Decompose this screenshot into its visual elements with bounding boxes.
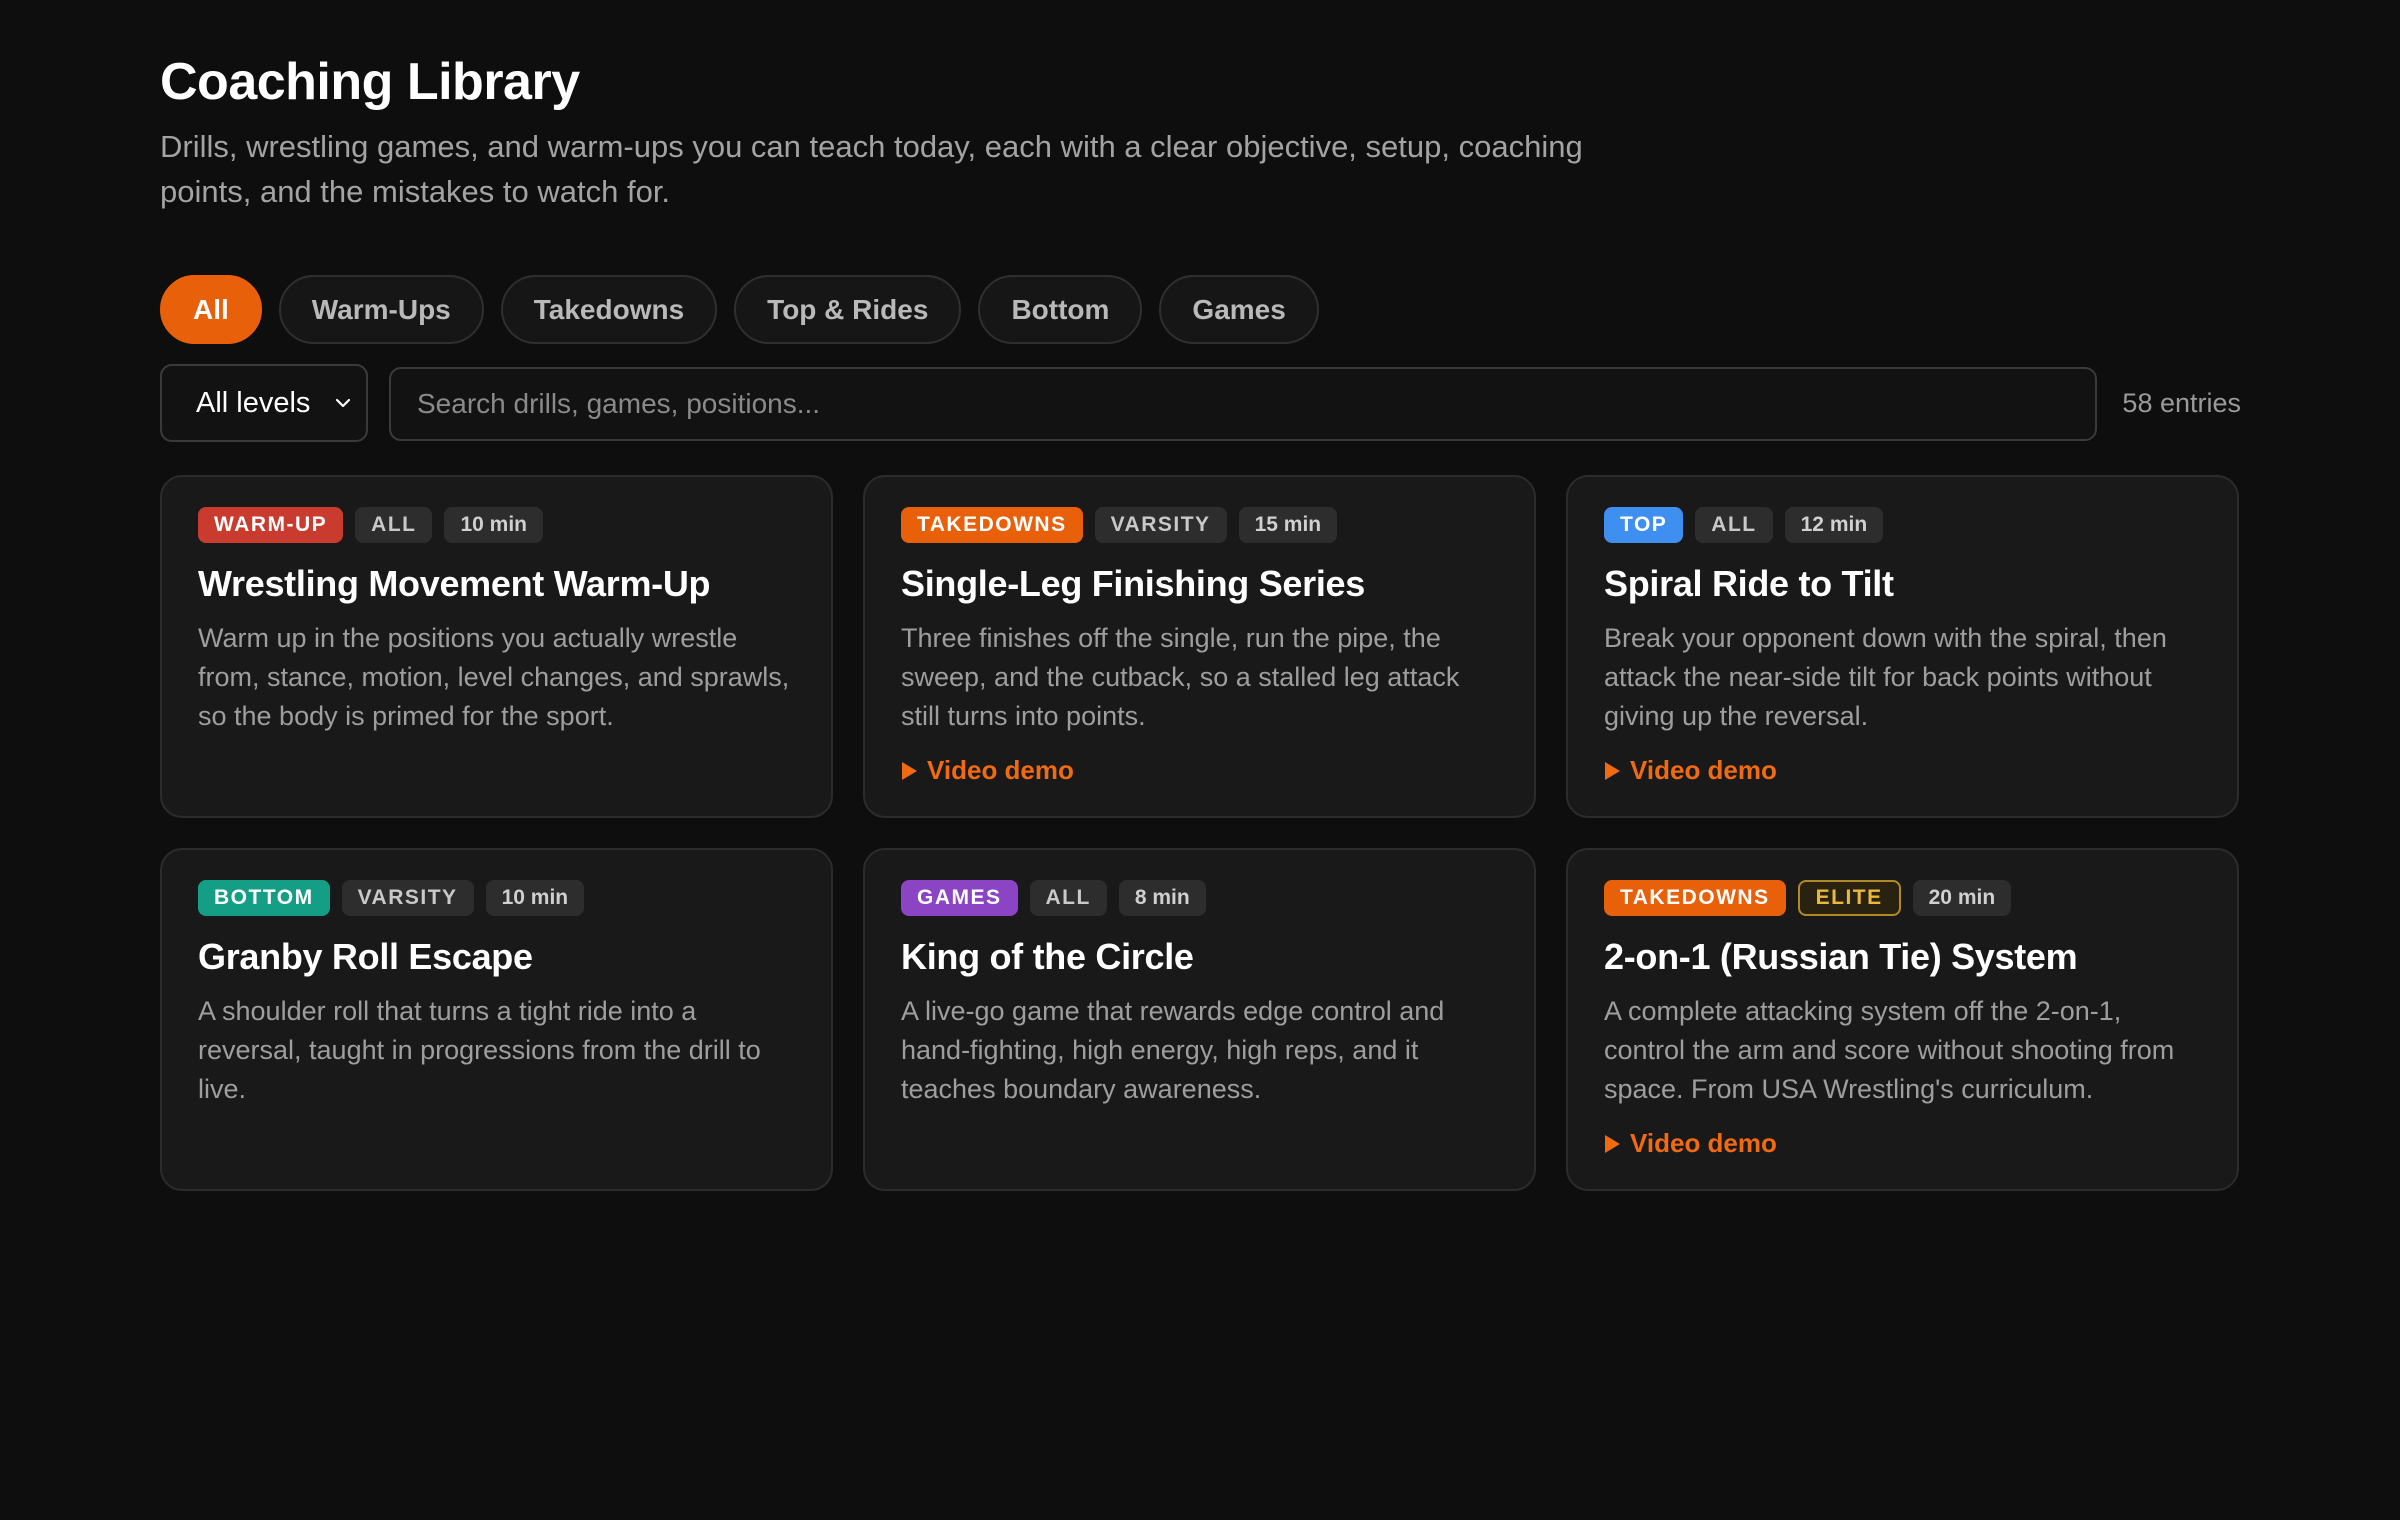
card-title: Single-Leg Finishing Series (901, 563, 1365, 604)
level-badge: VARSITY (341, 880, 474, 916)
card-badges: TAKEDOWNS ELITE 20 min (1604, 880, 2201, 916)
duration-badge: 8 min (1118, 880, 1206, 916)
video-demo-label: Video demo (927, 755, 1074, 785)
video-demo-label: Video demo (1630, 1128, 1777, 1158)
duration-badge: 10 min (444, 507, 544, 543)
entries-count: 58 entries (2122, 387, 2241, 418)
tab-warm-ups[interactable]: Warm-Ups (278, 275, 484, 344)
video-demo-label: Video demo (1630, 755, 1777, 785)
card-badges: TOP ALL 12 min (1604, 507, 2201, 543)
card-grid: WARM-UP ALL 10 min Wrestling Movement Wa… (160, 475, 2241, 1191)
tab-games[interactable]: Games (1159, 275, 1319, 344)
tab-takedowns[interactable]: Takedowns (500, 275, 718, 344)
page-title: Coaching Library (160, 53, 580, 111)
drill-card[interactable]: BOTTOM VARSITY 10 min Granby Roll Escape… (160, 848, 833, 1191)
chevron-down-icon (335, 398, 351, 408)
card-description: Break your opponent down with the spiral… (1604, 623, 2167, 731)
level-badge: ALL (355, 507, 433, 543)
drill-card[interactable]: WARM-UP ALL 10 min Wrestling Movement Wa… (160, 475, 833, 818)
duration-badge: 15 min (1238, 507, 1338, 543)
duration-badge: 10 min (485, 880, 585, 916)
level-select[interactable]: All levels (160, 364, 368, 442)
video-demo-link[interactable]: Video demo (1605, 755, 1777, 786)
tab-top-rides[interactable]: Top & Rides (734, 275, 962, 344)
search-input[interactable] (389, 367, 2097, 441)
drill-card[interactable]: TOP ALL 12 min Spiral Ride to Tilt Break… (1566, 475, 2239, 818)
card-badges: BOTTOM VARSITY 10 min (198, 880, 795, 916)
category-badge: BOTTOM (198, 880, 330, 916)
card-description: Three finishes off the single, run the p… (901, 623, 1460, 731)
duration-badge: 12 min (1784, 507, 1884, 543)
card-badges: TAKEDOWNS VARSITY 15 min (901, 507, 1498, 543)
category-badge: TOP (1604, 507, 1684, 543)
category-badge: WARM-UP (198, 507, 344, 543)
tab-bottom[interactable]: Bottom (978, 275, 1143, 344)
card-description: Warm up in the positions you actually wr… (198, 623, 790, 731)
card-title: Wrestling Movement Warm-Up (198, 563, 711, 604)
card-title: 2-on-1 (Russian Tie) System (1604, 936, 2078, 977)
play-icon (1605, 1134, 1620, 1153)
category-badge: TAKEDOWNS (901, 507, 1083, 543)
duration-badge: 20 min (1912, 880, 2012, 916)
card-description: A shoulder roll that turns a tight ride … (198, 996, 761, 1104)
filter-bar: All levels 58 entries (160, 364, 2241, 442)
page-subtitle: Drills, wrestling games, and warm-ups yo… (160, 129, 1583, 209)
drill-card[interactable]: TAKEDOWNS VARSITY 15 min Single-Leg Fini… (863, 475, 1536, 818)
card-title: King of the Circle (901, 936, 1194, 977)
card-description: A complete attacking system off the 2-on… (1604, 996, 2175, 1104)
card-description: A live-go game that rewards edge control… (901, 996, 1445, 1104)
level-badge: VARSITY (1094, 507, 1227, 543)
level-badge: ELITE (1797, 880, 1901, 916)
video-demo-link[interactable]: Video demo (1605, 1128, 1777, 1159)
drill-card[interactable]: GAMES ALL 8 min King of the Circle A liv… (863, 848, 1536, 1191)
card-title: Granby Roll Escape (198, 936, 533, 977)
level-badge: ALL (1695, 507, 1773, 543)
tab-all[interactable]: All (160, 275, 262, 344)
play-icon (902, 761, 917, 780)
card-badges: WARM-UP ALL 10 min (198, 507, 795, 543)
level-badge: ALL (1029, 880, 1107, 916)
play-icon (1605, 761, 1620, 780)
category-tabs: All Warm-Ups Takedowns Top & Rides Botto… (160, 275, 1319, 344)
drill-card[interactable]: TAKEDOWNS ELITE 20 min 2-on-1 (Russian T… (1566, 848, 2239, 1191)
category-badge: TAKEDOWNS (1604, 880, 1786, 916)
video-demo-link[interactable]: Video demo (902, 755, 1074, 786)
level-select-value: All levels (196, 386, 311, 419)
card-title: Spiral Ride to Tilt (1604, 563, 1894, 604)
category-badge: GAMES (901, 880, 1018, 916)
card-badges: GAMES ALL 8 min (901, 880, 1498, 916)
